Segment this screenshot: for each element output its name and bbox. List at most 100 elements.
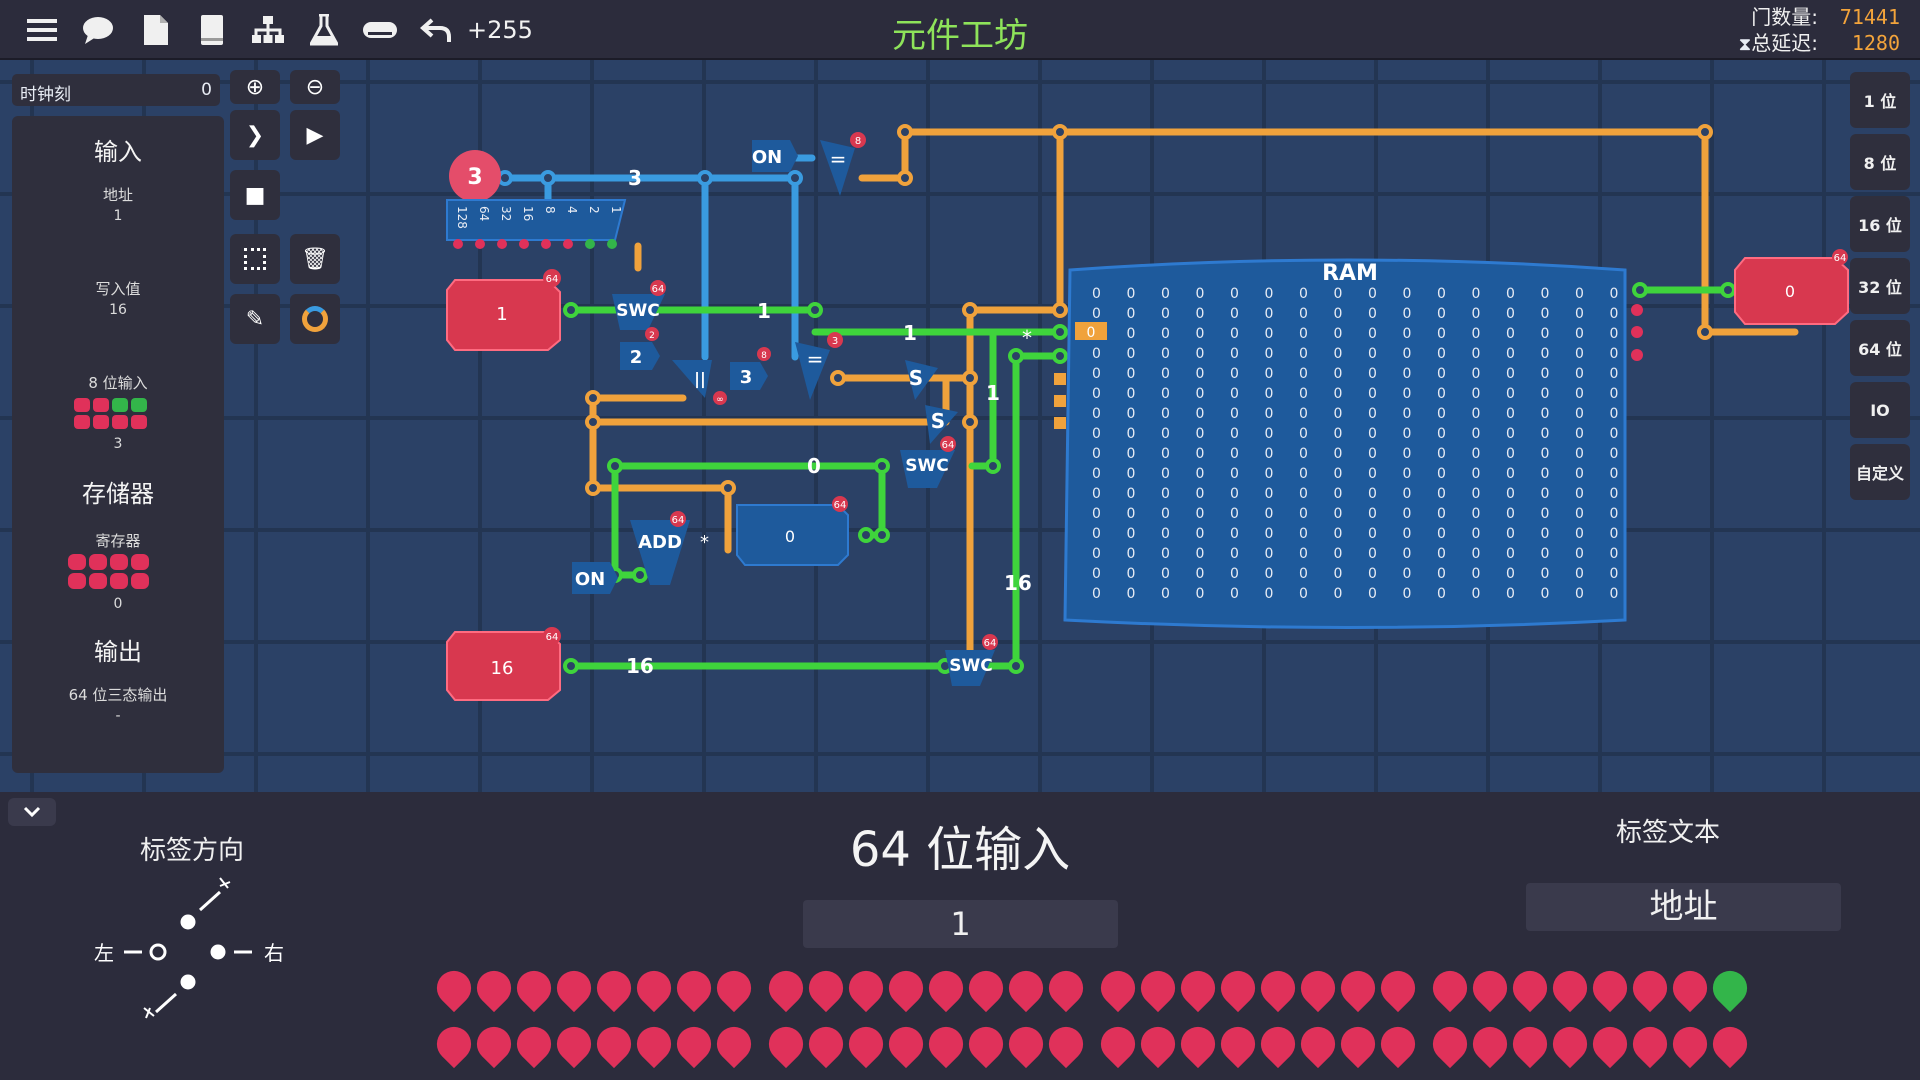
- address-input-64[interactable]: 1 64: [446, 269, 561, 351]
- bit-toggle[interactable]: [1173, 1019, 1223, 1069]
- bit-size-16[interactable]: 16 位: [1850, 196, 1910, 252]
- bit-toggle[interactable]: [1465, 1019, 1515, 1069]
- direction-left[interactable]: [149, 943, 167, 961]
- label-text-field[interactable]: 地址: [1526, 883, 1841, 931]
- ram-block[interactable]: RAM 0 0 0 0 0 0 0 0 0 0 0 0 0 0 0 0 0 0 0 0 0 0 0 0 0 0 0 0 0 0 0 0 0 0 0 0…: [1054, 258, 1643, 629]
- bit-toggle[interactable]: [1545, 1019, 1595, 1069]
- palette-write-label[interactable]: 写入值: [12, 278, 224, 299]
- bit-toggle[interactable]: [469, 1019, 519, 1069]
- direction-down-left[interactable]: [180, 974, 196, 990]
- bit-toggle[interactable]: [669, 963, 719, 1013]
- bit-toggle[interactable]: [801, 963, 851, 1013]
- register-node[interactable]: 0 64: [736, 496, 849, 566]
- bit-toggle[interactable]: [1585, 1019, 1635, 1069]
- bit-toggle[interactable]: [841, 1019, 891, 1069]
- color-button[interactable]: [290, 294, 340, 344]
- equals-gate-1[interactable]: = 8: [820, 132, 866, 196]
- const-2[interactable]: 2 2: [620, 327, 660, 370]
- bit-toggle[interactable]: [1001, 963, 1051, 1013]
- bit-toggle[interactable]: [469, 963, 519, 1013]
- zoom-out-button[interactable]: ⊖: [290, 70, 340, 104]
- bit-toggle[interactable]: [1041, 963, 1091, 1013]
- swc-gate-1[interactable]: SWC 64: [612, 280, 666, 330]
- select-button[interactable]: [230, 234, 280, 284]
- bit-toggle[interactable]: [509, 963, 559, 1013]
- palette-byte-bits-icon[interactable]: [74, 398, 147, 429]
- bit-toggle[interactable]: [1665, 963, 1715, 1013]
- bit-toggle[interactable]: [761, 1019, 811, 1069]
- delete-button[interactable]: 🗑: [290, 234, 340, 284]
- byte-splitter[interactable]: 128 64 32 16 8 4 2 1: [446, 199, 627, 249]
- equals-gate-2[interactable]: = 3: [795, 332, 843, 400]
- palette-byte-label[interactable]: 8 位输入: [12, 372, 224, 393]
- bit-size-32[interactable]: 32 位: [1850, 258, 1910, 314]
- palette-register-icon[interactable]: [68, 554, 149, 589]
- palette-address-label[interactable]: 地址: [12, 184, 224, 205]
- bit-size-1[interactable]: 1 位: [1850, 72, 1910, 128]
- tristate-output-64[interactable]: 0 64: [1734, 249, 1849, 325]
- bit-toggle[interactable]: [1173, 963, 1223, 1013]
- bit-toggle[interactable]: [1001, 1019, 1051, 1069]
- bit-size-8[interactable]: 8 位: [1850, 134, 1910, 190]
- s-gate-2[interactable]: S 64: [925, 405, 958, 452]
- bit-toggle[interactable]: [881, 1019, 931, 1069]
- bit-toggle[interactable]: [709, 1019, 759, 1069]
- swc-gate-2[interactable]: SWC: [900, 450, 955, 488]
- bit-toggle[interactable]: [549, 1019, 599, 1069]
- bit-toggle[interactable]: [1253, 963, 1303, 1013]
- write-input-64[interactable]: 16 64: [446, 627, 561, 701]
- bit-toggle[interactable]: [549, 963, 599, 1013]
- label-direction-selector[interactable]: 左 右: [80, 870, 300, 1030]
- bit-toggle[interactable]: [1465, 963, 1515, 1013]
- bit-toggle[interactable]: [589, 963, 639, 1013]
- bit-toggle[interactable]: [1213, 1019, 1263, 1069]
- palette-register-label[interactable]: 寄存器: [12, 530, 224, 551]
- bit-toggle[interactable]: [629, 1019, 679, 1069]
- bit-toggle[interactable]: [1505, 963, 1555, 1013]
- bit-toggle[interactable]: [1133, 963, 1183, 1013]
- bit-toggle[interactable]: [1093, 1019, 1143, 1069]
- bit-toggle[interactable]: [801, 1019, 851, 1069]
- bit-toggle[interactable]: [1625, 1019, 1675, 1069]
- bit-toggle[interactable]: [1293, 963, 1343, 1013]
- bit-toggle[interactable]: [961, 1019, 1011, 1069]
- bit-toggle[interactable]: [1333, 1019, 1383, 1069]
- zoom-in-button[interactable]: ⊕: [230, 70, 280, 104]
- bit-toggle[interactable]: [1665, 1019, 1715, 1069]
- bit-toggle[interactable]: [841, 963, 891, 1013]
- bit-toggle[interactable]: [629, 963, 679, 1013]
- bit-toggle[interactable]: [1625, 963, 1675, 1013]
- bit-toggle[interactable]: [761, 963, 811, 1013]
- bit-toggle[interactable]: [1253, 1019, 1303, 1069]
- bit-toggle[interactable]: [1293, 1019, 1343, 1069]
- bit-toggle[interactable]: [1705, 1019, 1755, 1069]
- bit-toggle[interactable]: [921, 1019, 971, 1069]
- bit-toggle[interactable]: [921, 963, 971, 1013]
- bit-toggle[interactable]: [1705, 963, 1755, 1013]
- bit-toggle[interactable]: [709, 963, 759, 1013]
- bit-toggle[interactable]: [589, 1019, 639, 1069]
- bit-toggle[interactable]: [1425, 963, 1475, 1013]
- bit-toggle[interactable]: [429, 1019, 479, 1069]
- palette-tristate-label[interactable]: 64 位三态输出: [12, 684, 224, 705]
- stop-button[interactable]: ■: [230, 170, 280, 220]
- bit-toggle[interactable]: [1425, 1019, 1475, 1069]
- step-button[interactable]: ❯: [230, 110, 280, 160]
- bit-toggle[interactable]: [1545, 963, 1595, 1013]
- bit-toggle[interactable]: [1373, 1019, 1423, 1069]
- bit-toggle[interactable]: [1373, 963, 1423, 1013]
- const-3[interactable]: 3 8: [730, 347, 771, 390]
- bit-toggle[interactable]: [1505, 1019, 1555, 1069]
- direction-right[interactable]: [210, 944, 226, 960]
- bit-toggle[interactable]: [961, 963, 1011, 1013]
- pencil-button[interactable]: ✎: [230, 294, 280, 344]
- bit-toggle[interactable]: [1585, 963, 1635, 1013]
- bit-toggle[interactable]: [1093, 963, 1143, 1013]
- byte-input-node[interactable]: 3: [449, 150, 501, 202]
- bit-toggle[interactable]: [1041, 1019, 1091, 1069]
- bit-toggle[interactable]: [1213, 963, 1263, 1013]
- bit-size-custom[interactable]: 自定义: [1850, 444, 1910, 500]
- const-on-2[interactable]: ON: [572, 562, 618, 594]
- clock-tick-field[interactable]: 时钟刻 0: [12, 74, 220, 106]
- bit-toggle[interactable]: [1133, 1019, 1183, 1069]
